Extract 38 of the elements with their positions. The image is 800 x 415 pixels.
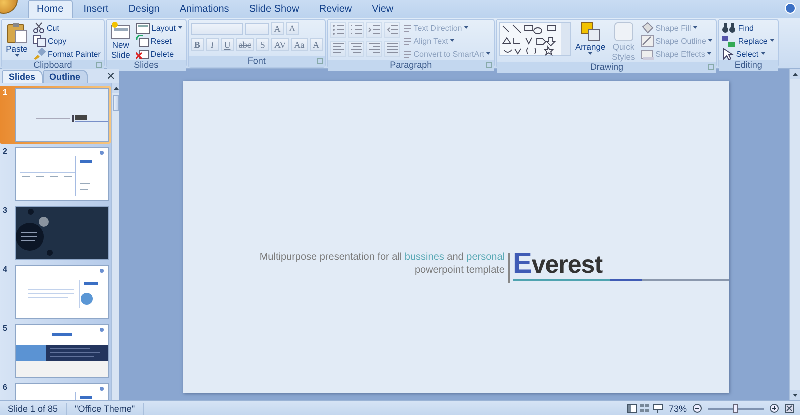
slide-number: 3	[3, 206, 8, 215]
group-label: Paragraph	[390, 60, 432, 70]
ribbon-button[interactable]: Cut	[32, 22, 102, 34]
pane-tab[interactable]: Slides	[2, 70, 43, 83]
ribbon-tab[interactable]: Insert	[74, 0, 118, 18]
ribbon-button[interactable]: Find	[721, 22, 776, 34]
group-label: Slides	[134, 60, 159, 70]
slide-number: 2	[3, 147, 8, 156]
new-slide-button[interactable]: New Slide	[108, 22, 133, 60]
subtitle: powerpoint template	[414, 264, 505, 277]
group-label: Drawing	[590, 62, 624, 72]
theme-name: "Office Theme"	[74, 404, 136, 414]
ribbon-button[interactable]: Reset	[134, 35, 184, 47]
ribbon-tab[interactable]: Slide Show	[240, 0, 308, 18]
ribbon-tab[interactable]: Review	[310, 0, 362, 18]
zoom-level[interactable]: 73%	[668, 404, 687, 414]
ribbon-button[interactable]: Format Painter	[32, 48, 102, 60]
ribbon-tab[interactable]: Animations	[170, 0, 238, 18]
ribbon-button[interactable]: Select	[721, 48, 776, 60]
ribbon-button[interactable]: Copy	[32, 35, 102, 47]
slide-number: 4	[3, 265, 8, 274]
ribbon-tab[interactable]: Design	[120, 0, 169, 18]
group-label: Editing	[734, 60, 762, 70]
ribbon-tab[interactable]: Home	[28, 0, 73, 18]
slide-number: 1	[3, 88, 8, 97]
slide-number: 6	[3, 383, 8, 392]
paste-button[interactable]: Paste	[4, 22, 30, 60]
slide-counter: Slide 1 of 85	[7, 404, 60, 414]
arrange-button[interactable]: Arrange	[573, 22, 608, 62]
ribbon-button[interactable]: Layout	[134, 22, 184, 34]
pane-tab[interactable]: Outline	[42, 70, 88, 83]
slide-title: Everest	[513, 251, 603, 279]
group-label: Font	[248, 56, 266, 66]
slide-number: 5	[3, 324, 8, 333]
group-label: Clipboard	[34, 60, 72, 70]
ribbon-tab[interactable]: View	[363, 0, 403, 18]
ribbon-button[interactable]: Replace	[721, 35, 776, 47]
subtitle: Multipurpose presentation for all bussines and personal	[258, 251, 505, 264]
